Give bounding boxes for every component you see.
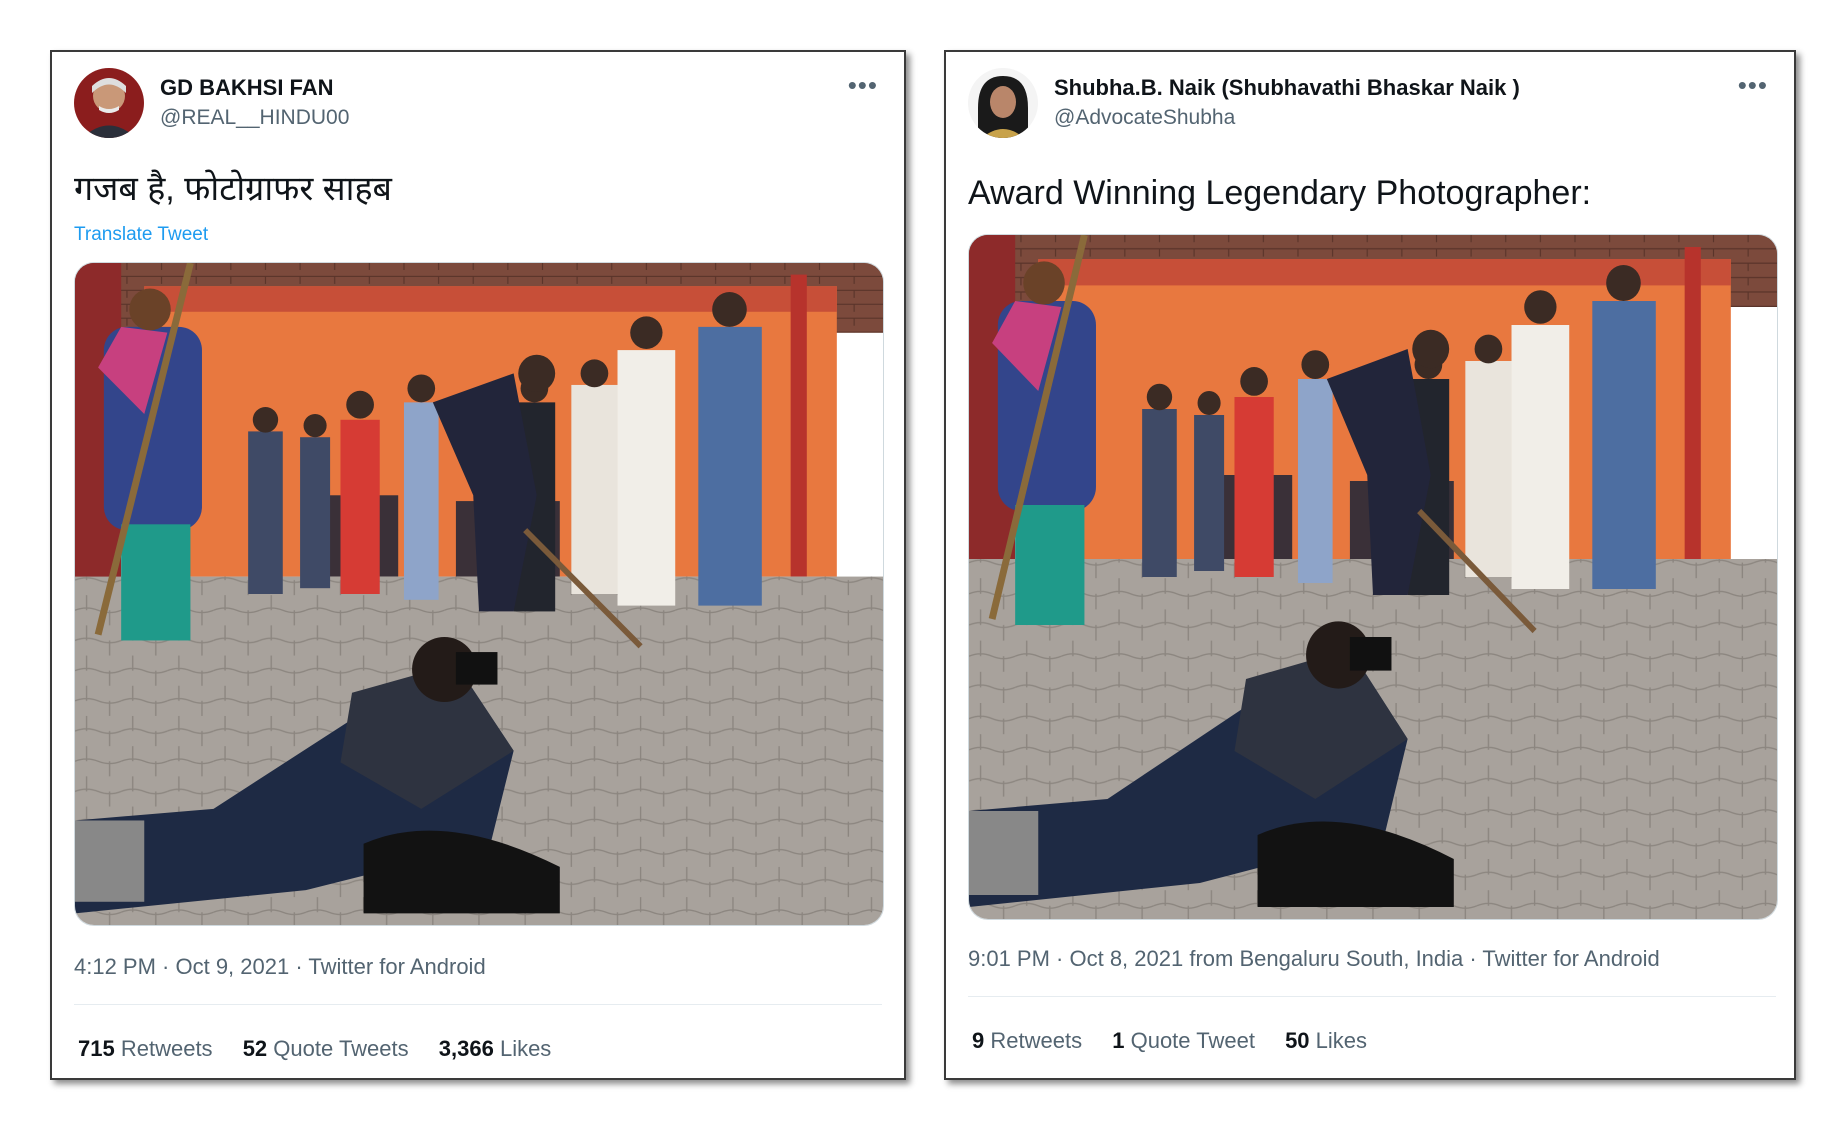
divider xyxy=(74,1004,882,1005)
display-name[interactable]: GD BAKHSI FAN xyxy=(160,74,349,102)
divider xyxy=(968,996,1776,997)
tweet-photo[interactable] xyxy=(968,234,1778,920)
translate-tweet-link[interactable]: Translate Tweet xyxy=(74,224,208,246)
likes-stat[interactable]: 50 Likes xyxy=(1285,1028,1367,1053)
quote-tweets-stat[interactable]: 1 Quote Tweet xyxy=(1112,1028,1255,1053)
likes-stat[interactable]: 3,366 Likes xyxy=(439,1036,552,1061)
handle[interactable]: @REAL__HINDU00 xyxy=(160,104,349,132)
retweets-stat[interactable]: 9 Retweets xyxy=(972,1028,1082,1053)
engagement-stats: 715 Retweets 52 Quote Tweets 3,366 Likes xyxy=(78,1036,575,1062)
avatar[interactable] xyxy=(74,68,144,138)
tweet-photo[interactable] xyxy=(74,262,884,926)
more-horizontal-icon[interactable]: ••• xyxy=(1738,72,1768,98)
tweet-text: Award Winning Legendary Photographer: xyxy=(968,174,1592,212)
tweet-text: गजब है, फोटोग्राफर साहब xyxy=(74,170,392,208)
tweet-card: Shubha.B. Naik (Shubhavathi Bhaskar Naik… xyxy=(944,50,1796,1080)
display-name[interactable]: Shubha.B. Naik (Shubhavathi Bhaskar Naik… xyxy=(1054,74,1520,102)
more-horizontal-icon[interactable]: ••• xyxy=(848,72,878,98)
tweet-card: GD BAKHSI FAN @REAL__HINDU00 ••• गजब है,… xyxy=(50,50,906,1080)
quote-tweets-stat[interactable]: 52 Quote Tweets xyxy=(243,1036,409,1061)
tweet-timestamp[interactable]: 4:12 PM · Oct 9, 2021 · Twitter for Andr… xyxy=(74,954,486,980)
engagement-stats: 9 Retweets 1 Quote Tweet 50 Likes xyxy=(972,1028,1391,1054)
handle[interactable]: @AdvocateShubha xyxy=(1054,104,1520,132)
avatar[interactable] xyxy=(968,68,1038,138)
tweet-timestamp[interactable]: 9:01 PM · Oct 8, 2021 from Bengaluru Sou… xyxy=(968,946,1660,972)
retweets-stat[interactable]: 715 Retweets xyxy=(78,1036,213,1061)
